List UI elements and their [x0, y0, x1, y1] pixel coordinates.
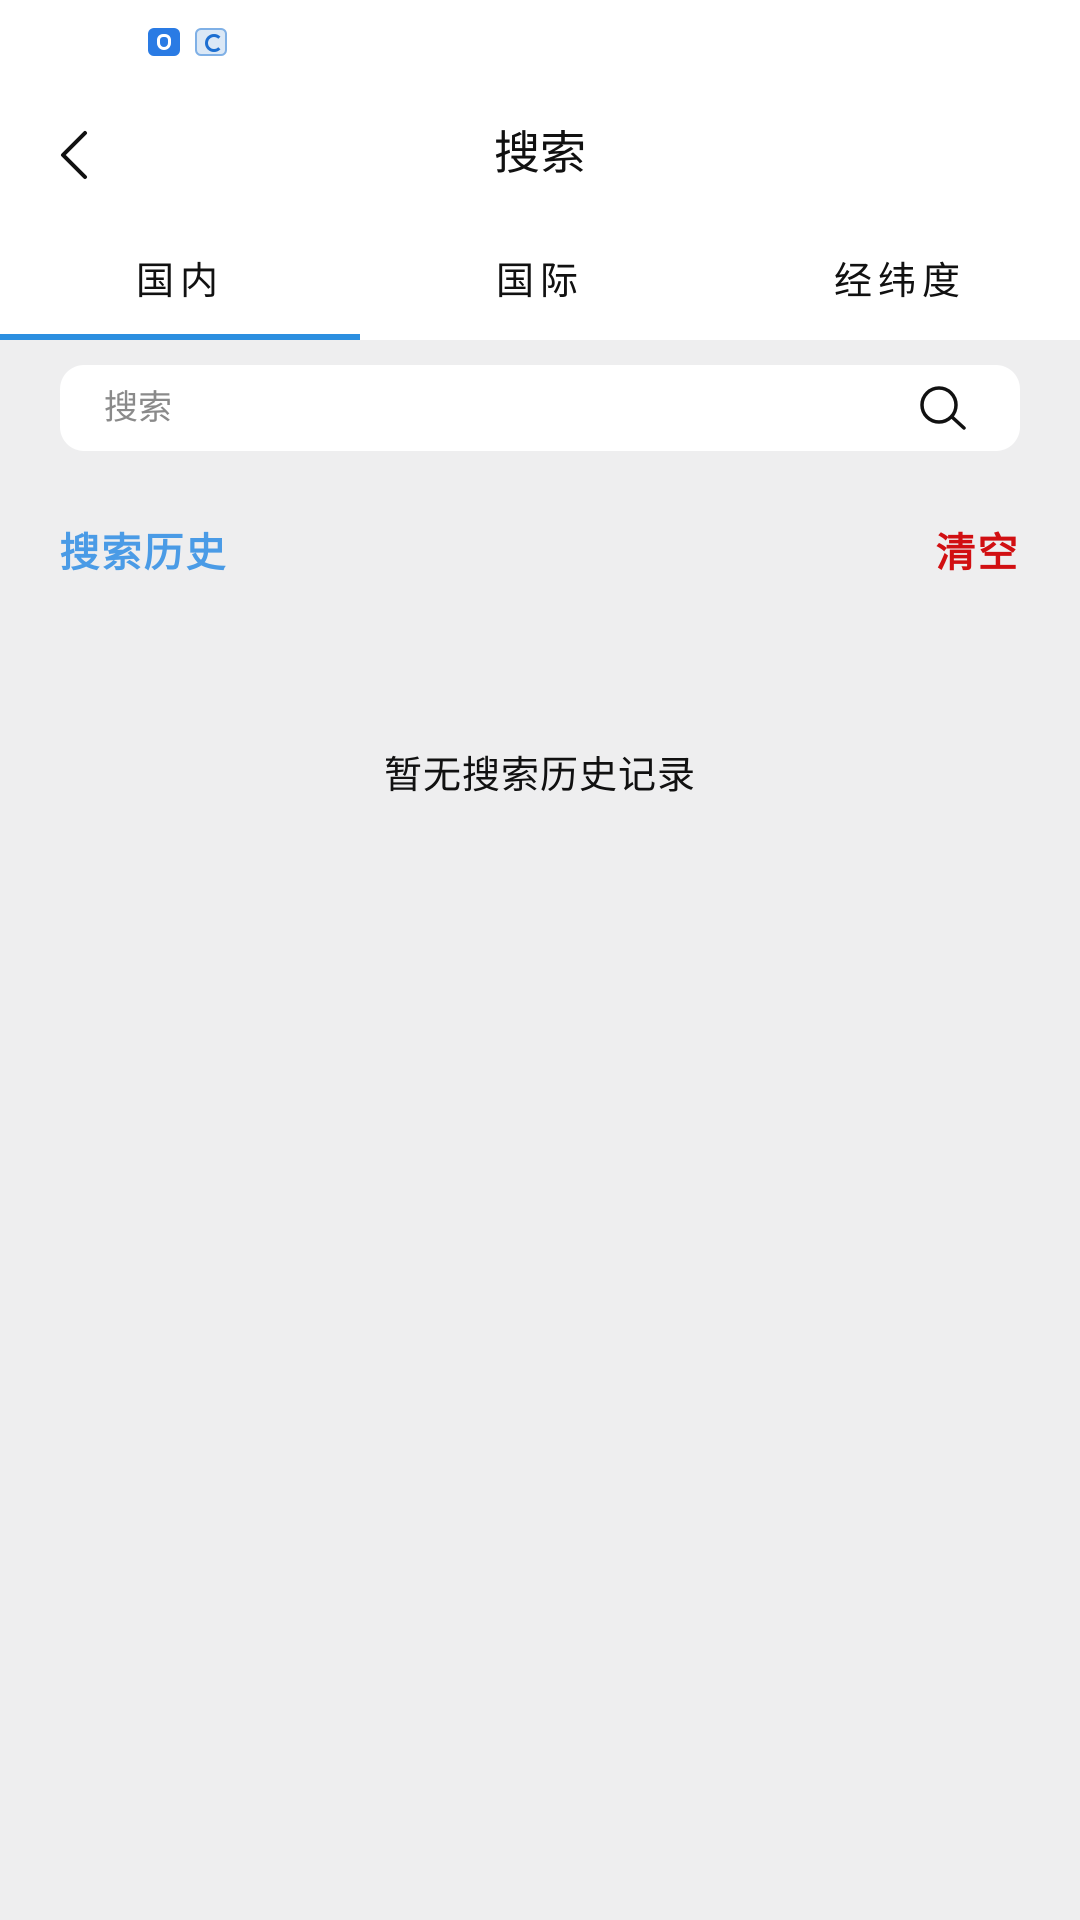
- search-icon: [920, 386, 966, 430]
- tab-international[interactable]: 国际: [360, 220, 720, 340]
- search-box: [60, 365, 1020, 451]
- back-button[interactable]: [30, 110, 120, 200]
- tab-domestic[interactable]: 国内: [0, 220, 360, 340]
- status-bar: [0, 0, 1080, 90]
- empty-history-message: 暂无搜索历史记录: [383, 753, 696, 797]
- tab-bar: 国内 国际 经纬度: [0, 220, 1080, 340]
- active-tab-indicator: [0, 334, 360, 340]
- search-button[interactable]: [916, 383, 970, 433]
- tab-coordinates[interactable]: 经纬度: [720, 220, 1080, 340]
- search-history-title: 搜索历史: [60, 530, 228, 576]
- chevron-left-icon: [61, 131, 87, 179]
- clear-history-button[interactable]: 清空: [936, 520, 1020, 578]
- app-notification-icon: [148, 28, 180, 56]
- search-input[interactable]: [104, 365, 904, 451]
- browser-notification-icon: [195, 28, 227, 56]
- page-title: 搜索: [494, 126, 586, 180]
- header: 搜索: [0, 90, 1080, 220]
